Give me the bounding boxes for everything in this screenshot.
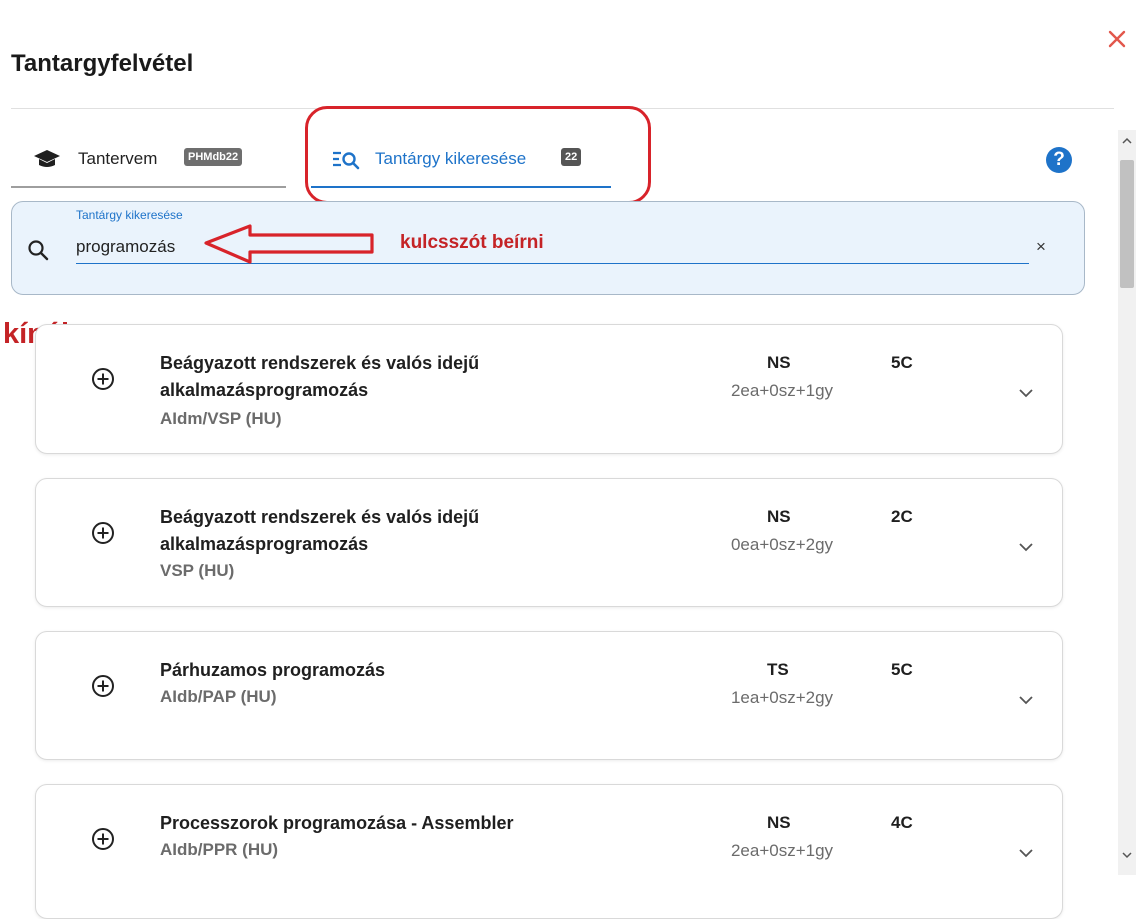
clear-search-icon[interactable]: ×	[1036, 237, 1046, 257]
tab-badge: PHMdb22	[184, 148, 243, 166]
tab-tantargy-kikeresese[interactable]: Tantárgy kikeresése 22	[311, 138, 611, 188]
add-circle-icon[interactable]	[91, 827, 115, 851]
annotation-note: kulcsszót beírni	[400, 232, 544, 253]
tab-label: Tantárgy kikeresése	[375, 149, 527, 168]
course-card[interactable]: Beágyazott rendszerek és valós idejű alk…	[35, 478, 1063, 607]
search-icon	[26, 238, 50, 267]
chevron-down-icon[interactable]	[1017, 694, 1035, 706]
scroll-down-icon[interactable]	[1118, 848, 1136, 862]
add-circle-icon[interactable]	[91, 367, 115, 391]
chevron-down-icon[interactable]	[1017, 541, 1035, 553]
search-field-label: Tantárgy kikeresése	[76, 208, 183, 222]
course-hours: 1ea+0sz+2gy	[730, 688, 834, 707]
course-name: Beágyazott rendszerek és valós idejű alk…	[160, 507, 480, 554]
course-hours: 2ea+0sz+1gy	[730, 381, 834, 400]
search-panel: Tantárgy kikeresése ×	[11, 201, 1085, 295]
course-name: Beágyazott rendszerek és valós idejű alk…	[160, 353, 480, 400]
list-search-icon	[331, 150, 361, 175]
course-code: VSP (HU)	[160, 561, 235, 580]
course-credit: 5C	[891, 353, 913, 372]
chevron-down-icon[interactable]	[1017, 387, 1035, 399]
course-card[interactable]: Processzorok programozása - Assembler AI…	[35, 784, 1063, 919]
divider	[11, 108, 1114, 109]
tab-label: Tantervem	[78, 149, 158, 168]
course-card[interactable]: Beágyazott rendszerek és valós idejű alk…	[35, 324, 1063, 454]
course-name: Párhuzamos programozás	[160, 660, 386, 680]
course-type: NS	[767, 353, 791, 372]
close-icon[interactable]	[1100, 22, 1134, 56]
course-type: NS	[767, 507, 791, 526]
course-code: AIdb/PAP (HU)	[160, 687, 277, 706]
course-type: TS	[767, 660, 789, 679]
graduation-cap-icon	[33, 146, 61, 177]
scrollbar-thumb[interactable]	[1120, 160, 1134, 288]
tab-tantervem[interactable]: Tantervem PHMdb22	[11, 138, 286, 188]
course-credit: 2C	[891, 507, 913, 526]
course-credit: 4C	[891, 813, 913, 832]
help-icon[interactable]: ?	[1046, 147, 1072, 173]
course-hours: 2ea+0sz+1gy	[730, 841, 834, 860]
chevron-down-icon[interactable]	[1017, 847, 1035, 859]
dialog-title: Tantargyfelvétel	[11, 50, 194, 77]
course-name: Processzorok programozása - Assembler	[160, 813, 514, 833]
scroll-up-icon[interactable]	[1118, 134, 1136, 148]
tab-badge: 22	[561, 148, 582, 166]
course-hours: 0ea+0sz+2gy	[730, 535, 834, 554]
course-card[interactable]: Párhuzamos programozás AIdb/PAP (HU) TS …	[35, 631, 1063, 760]
add-circle-icon[interactable]	[91, 674, 115, 698]
search-input[interactable]	[76, 230, 1029, 264]
course-type: NS	[767, 813, 791, 832]
course-code: AIdb/PPR (HU)	[160, 840, 279, 859]
add-circle-icon[interactable]	[91, 521, 115, 545]
course-code: AIdm/VSP (HU)	[160, 409, 282, 428]
course-credit: 5C	[891, 660, 913, 679]
